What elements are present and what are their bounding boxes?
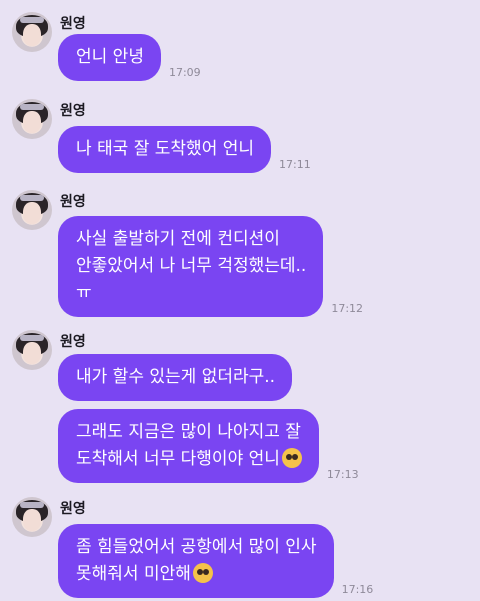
message-time: 17:12 xyxy=(331,302,364,315)
message-time: 17:11 xyxy=(279,158,311,171)
message-text: 좀 힘들었어서 공항에서 많이 인사 xyxy=(76,537,317,557)
message-text: 도착해서 너무 다행이야 언니 xyxy=(76,449,280,469)
message-bubble[interactable]: 그래도 지금은 많이 나아지고 잘도착해서 너무 다행이야 언니 xyxy=(58,409,319,483)
avatar[interactable] xyxy=(12,190,52,230)
message-bubble[interactable]: 내가 할수 있는게 없더라구.. xyxy=(58,354,293,401)
sender-name: 원영 xyxy=(60,501,86,517)
message-bubble[interactable]: 좀 힘들었어서 공항에서 많이 인사못해줘서 미안해 xyxy=(58,524,334,598)
message-bubble[interactable]: 사실 출발하기 전에 컨디션이안좋았어서 나 너무 걱정했는데.. ㅠ xyxy=(58,216,324,317)
message-text: 내가 할수 있는게 없더라구.. xyxy=(76,367,276,387)
sender-name: 원영 xyxy=(60,103,86,119)
sender-name: 원영 xyxy=(60,194,86,210)
message-text: ㅠ xyxy=(76,283,92,303)
message-time: 17:09 xyxy=(168,66,201,79)
avatar[interactable] xyxy=(12,12,52,52)
message-row: 좀 힘들었어서 공항에서 많이 인사못해줘서 미안해 17:16 xyxy=(58,524,373,598)
message-row: 나 태국 잘 도착했어 언니 17:11 xyxy=(58,126,311,173)
pleading-face-emoji-icon xyxy=(192,563,213,583)
sender-name: 원영 xyxy=(60,334,86,350)
message-bubble[interactable]: 언니 안녕 xyxy=(58,34,161,81)
message-row: 사실 출발하기 전에 컨디션이안좋았어서 나 너무 걱정했는데.. ㅠ 17:12 xyxy=(58,216,363,317)
message-text: 나 태국 잘 도착했어 언니 xyxy=(76,139,255,159)
message-text: 사실 출발하기 전에 컨디션이 xyxy=(76,229,280,249)
avatar[interactable] xyxy=(12,330,52,370)
message-bubble[interactable]: 나 태국 잘 도착했어 언니 xyxy=(58,126,272,173)
message-text: 그래도 지금은 많이 나아지고 잘 xyxy=(76,422,301,442)
avatar[interactable] xyxy=(12,497,52,537)
message-time: 17:13 xyxy=(326,468,359,481)
message-row: 그래도 지금은 많이 나아지고 잘도착해서 너무 다행이야 언니 17:13 xyxy=(58,409,359,483)
avatar[interactable] xyxy=(12,99,52,139)
message-row: 내가 할수 있는게 없더라구.. xyxy=(58,354,293,401)
sender-name: 원영 xyxy=(60,16,86,32)
message-time: 17:16 xyxy=(341,583,374,596)
message-text: 안좋았어서 나 너무 걱정했는데.. xyxy=(76,256,307,276)
message-text: 못해줘서 미안해 xyxy=(76,564,191,584)
message-row: 언니 안녕 17:09 xyxy=(58,34,201,81)
pleading-face-emoji-icon xyxy=(281,448,302,468)
message-text: 언니 안녕 xyxy=(76,47,144,67)
